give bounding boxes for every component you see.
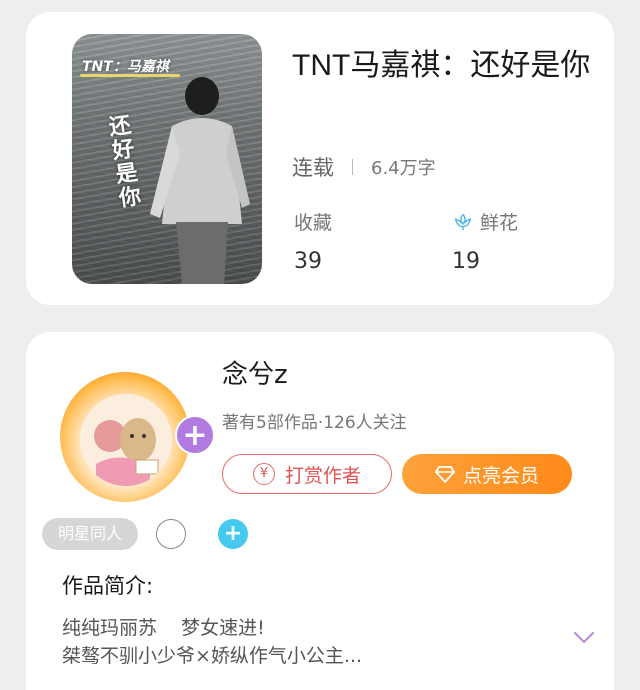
favorites-label: 收藏 bbox=[294, 212, 333, 234]
favorites-stat[interactable]: 收藏 39 bbox=[294, 208, 332, 274]
avatar-illustration bbox=[80, 394, 172, 486]
intro-line: 纯纯玛丽苏 梦女速进! bbox=[62, 617, 265, 639]
intro-line: 桀骜不驯小少爷×娇纵作气小公主... bbox=[62, 645, 363, 667]
book-meta-row: 连载 6.4万字 bbox=[292, 152, 436, 182]
tags-row: 明星同人 + bbox=[42, 518, 249, 550]
cover-tag-text: TNT：马嘉祺 bbox=[82, 59, 169, 75]
intro-heading: 作品简介: bbox=[62, 574, 154, 598]
cover-person-figure bbox=[150, 77, 250, 284]
category-tag[interactable]: 明星同人 bbox=[42, 518, 139, 550]
reward-label: 打赏作者 bbox=[284, 464, 361, 487]
book-cover-image[interactable]: TNT：马嘉祺 还好是你 bbox=[72, 34, 262, 284]
flowers-count: 19 bbox=[452, 249, 480, 274]
avatar[interactable] bbox=[60, 372, 190, 502]
empty-tag-circle[interactable] bbox=[156, 519, 187, 549]
intro-text[interactable]: 纯纯玛丽苏 梦女速进! 桀骜不驯小少爷×娇纵作气小公主... bbox=[62, 614, 482, 670]
follow-author-button[interactable]: + bbox=[175, 415, 215, 455]
vip-membership-button[interactable]: 点亮会员 bbox=[402, 454, 572, 494]
book-title: TNT马嘉祺：还好是你 bbox=[292, 49, 591, 82]
reward-author-button[interactable]: ¥ 打赏作者 bbox=[222, 454, 392, 494]
book-status: 连载 bbox=[292, 156, 334, 180]
avatar-cartoon bbox=[80, 394, 172, 486]
meta-divider bbox=[352, 159, 353, 175]
flower-icon bbox=[454, 213, 472, 230]
diamond-icon bbox=[435, 466, 455, 483]
flowers-stat[interactable]: 鲜花 19 bbox=[452, 208, 518, 274]
book-word-count: 6.4万字 bbox=[371, 158, 436, 179]
chevron-down-icon[interactable] bbox=[572, 630, 596, 646]
add-tag-button[interactable]: + bbox=[218, 519, 249, 549]
favorites-count: 39 bbox=[294, 249, 322, 274]
flowers-label: 鲜花 bbox=[480, 212, 519, 234]
author-name[interactable]: 念兮z bbox=[222, 354, 288, 391]
flowers-label-row: 鲜花 bbox=[452, 208, 518, 235]
author-avatar-wrap[interactable]: + bbox=[60, 372, 215, 502]
book-info-card: TNT：马嘉祺 还好是你 TNT马嘉祺：还好是你 连载 6.4万字 收藏 39 … bbox=[26, 12, 614, 305]
yen-coin-icon: ¥ bbox=[252, 463, 275, 485]
author-stats: 著有5部作品·126人关注 bbox=[222, 413, 407, 433]
vip-label: 点亮会员 bbox=[462, 464, 539, 487]
author-card: + 念兮z 著有5部作品·126人关注 ¥ 打赏作者 点亮会员 明星同人 + 作… bbox=[26, 332, 614, 690]
